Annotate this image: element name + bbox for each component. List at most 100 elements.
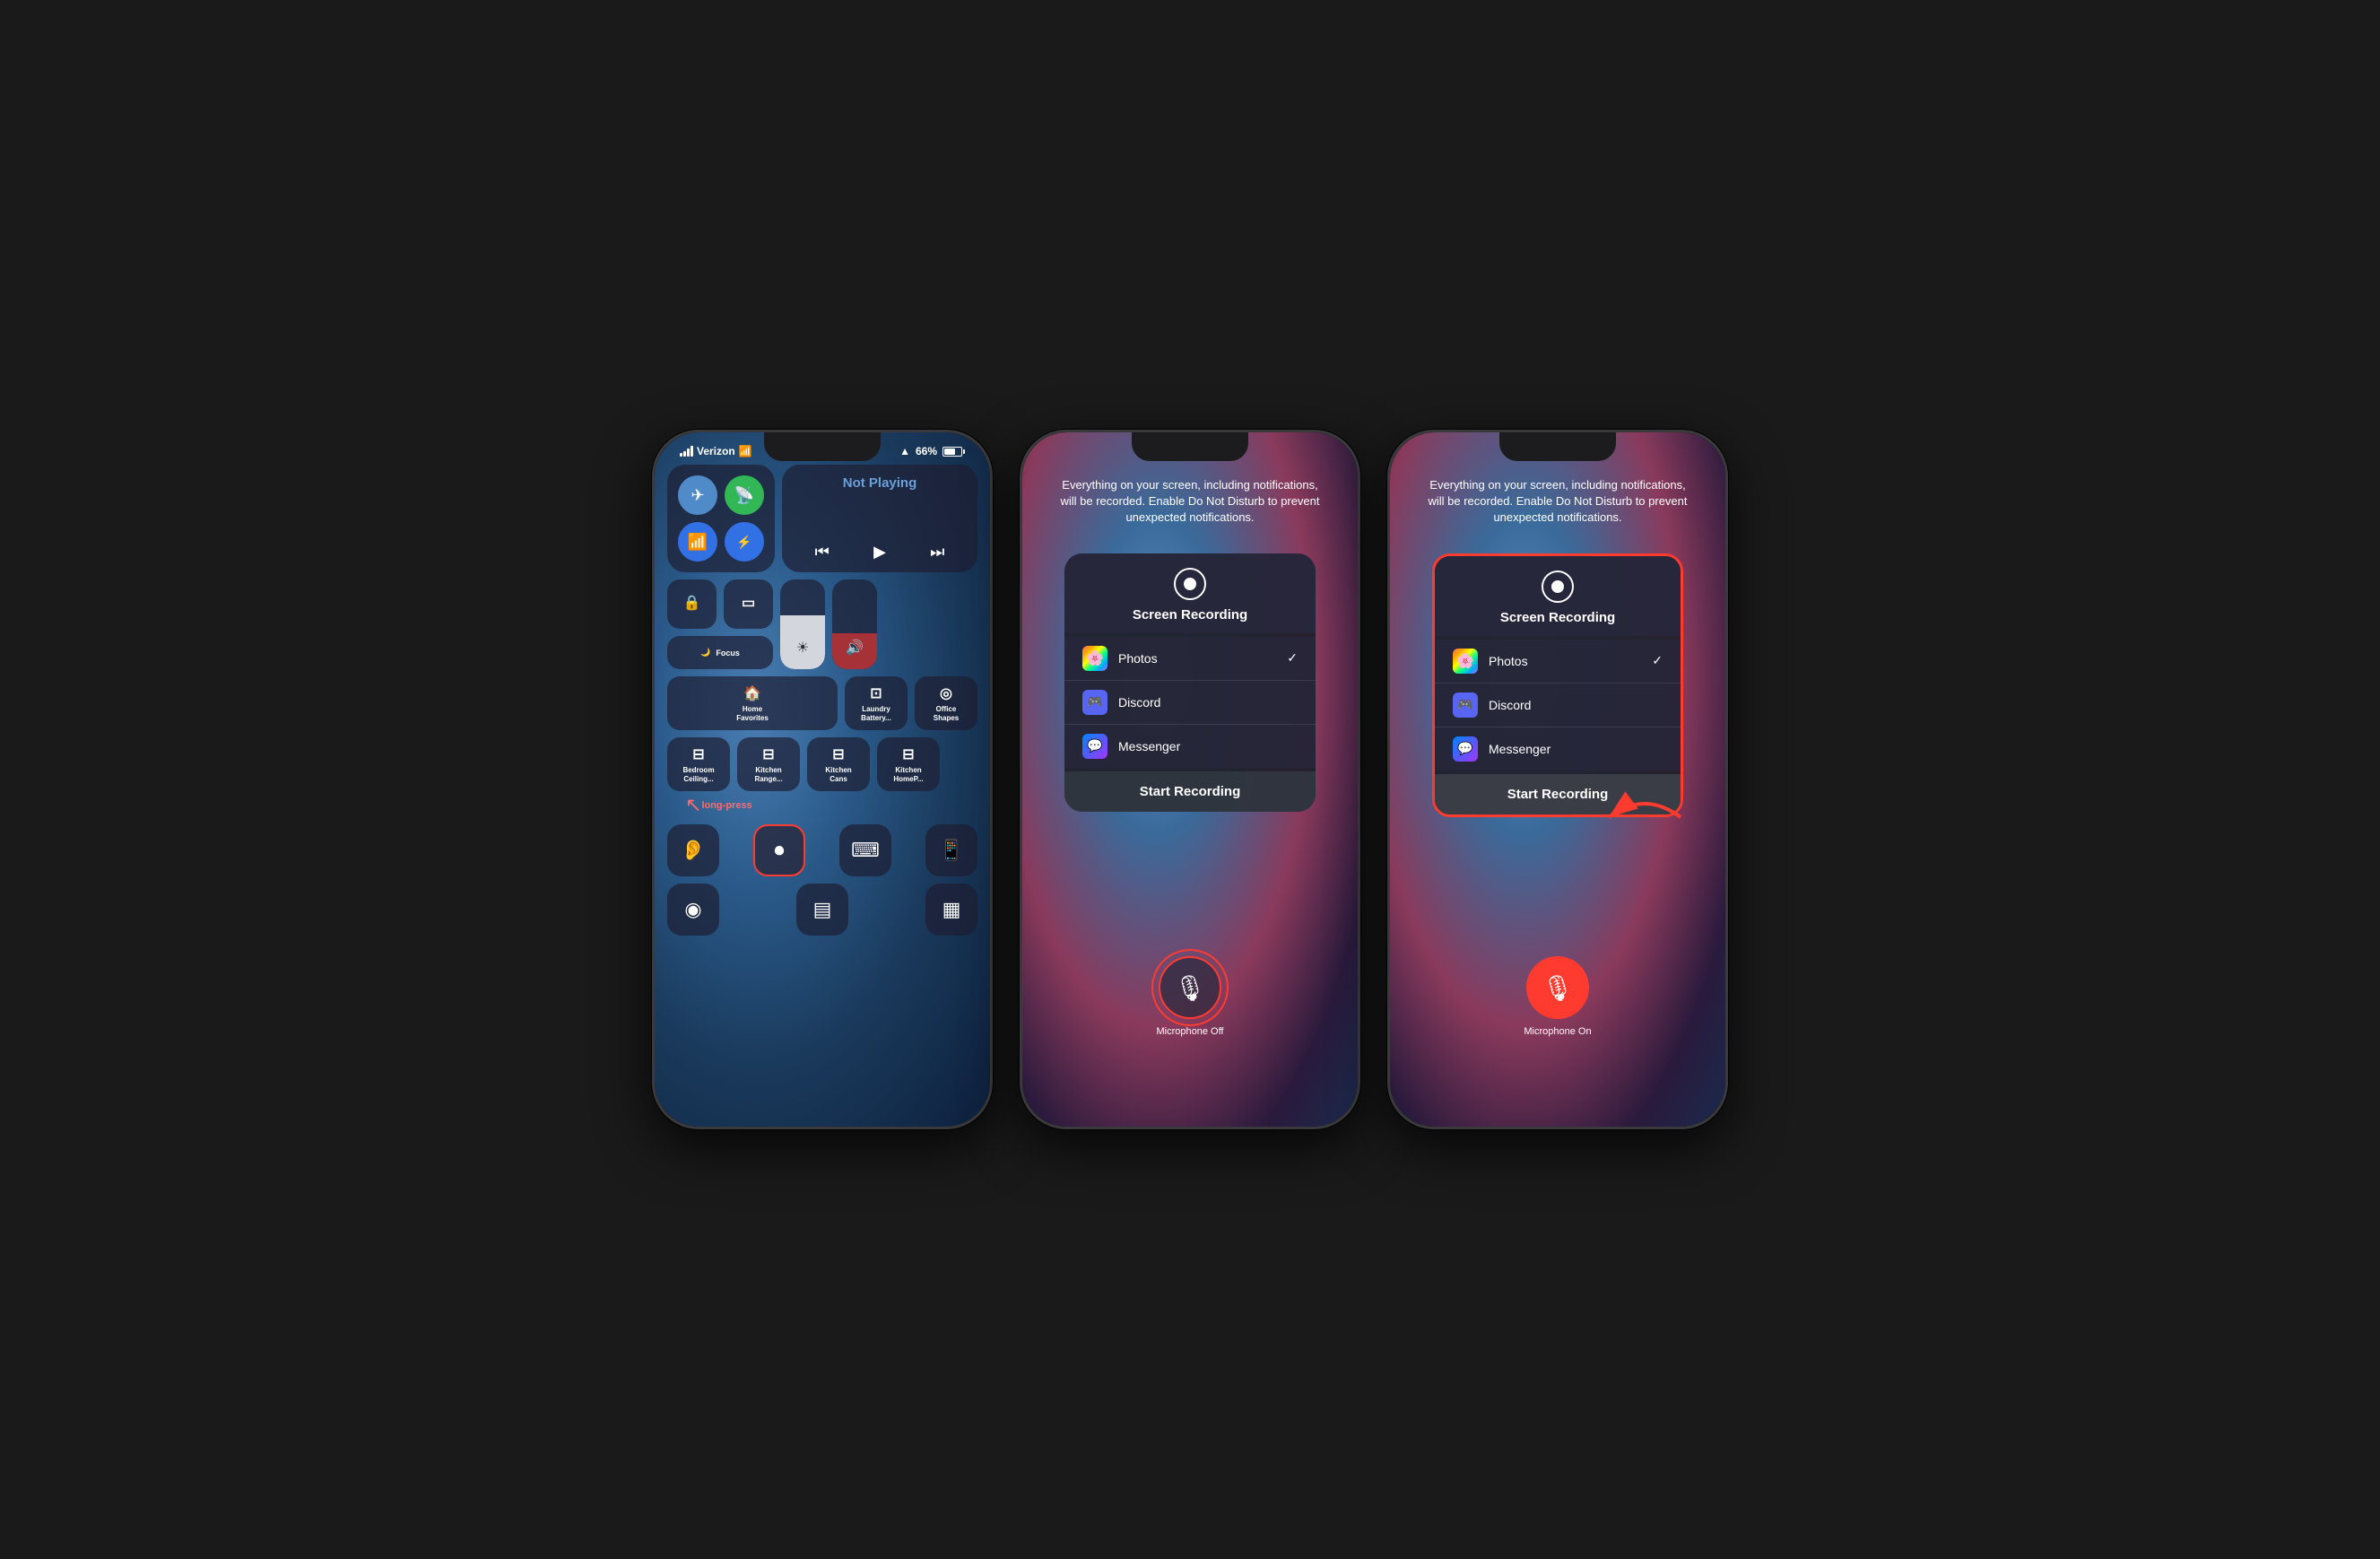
- status-right: ▲ 66%: [899, 445, 965, 457]
- discord-row-2[interactable]: 🎮 Discord: [1064, 681, 1316, 725]
- hearing-btn[interactable]: 👂: [667, 824, 719, 876]
- kitchen-home-tile[interactable]: ⊟ KitchenHomeP...: [877, 737, 940, 791]
- record-dot-2: [1184, 578, 1196, 590]
- info-text-2: Everything on your screen, including not…: [1022, 432, 1358, 544]
- carrier-label: Verizon: [697, 445, 735, 457]
- photos-check-3: ✓: [1652, 653, 1663, 668]
- iphone-3: Everything on your screen, including not…: [1387, 430, 1728, 1129]
- laundry-label: LaundryBattery...: [861, 705, 891, 722]
- record-dot-3: [1551, 580, 1564, 593]
- office-label: OfficeShapes: [934, 705, 959, 722]
- discord-row-3[interactable]: 🎮 Discord: [1435, 684, 1681, 727]
- bluetooth-btn[interactable]: ⚡: [725, 522, 764, 562]
- battery-percent: 66%: [916, 445, 937, 457]
- microphone-btn-3[interactable]: 🎙: [1526, 956, 1589, 1019]
- office-shapes-tile[interactable]: ◎ OfficeShapes: [915, 676, 977, 730]
- laundry-icon: ⊡: [870, 684, 882, 702]
- lock-rotation-icon: 🔒: [683, 594, 701, 612]
- kitchen-cans-tile[interactable]: ⊟ KitchenCans: [807, 737, 870, 791]
- photos-label-2: Photos: [1118, 651, 1287, 666]
- signal-bars: [680, 446, 693, 457]
- record-icon-2: [1174, 568, 1206, 600]
- annotation-area: ↙ long-press: [667, 798, 977, 817]
- bedroom-tile[interactable]: ⊟ BedroomCeiling...: [667, 737, 730, 791]
- messenger-row-3[interactable]: 💬 Messenger: [1435, 727, 1681, 771]
- kitchen-home-label: KitchenHomeP...: [893, 766, 923, 783]
- mic-label-2: Microphone Off: [1156, 1026, 1223, 1037]
- messenger-row-2[interactable]: 💬 Messenger: [1064, 725, 1316, 768]
- cc-icon-row-2: ◉ ▤ ▦: [667, 884, 977, 936]
- popup-header-2: Screen Recording: [1064, 553, 1316, 633]
- kitchen-cans-label: KitchenCans: [825, 766, 851, 783]
- wifi-btn[interactable]: 📶: [678, 522, 717, 562]
- discord-label-3: Discord: [1489, 698, 1663, 712]
- play-btn[interactable]: ▶: [873, 543, 886, 562]
- wallet-btn[interactable]: ▤: [796, 884, 848, 936]
- home-favorites-tile[interactable]: 🏠 HomeFavorites: [667, 676, 838, 730]
- kitchen-range-icon: ⊟: [762, 745, 774, 763]
- location-icon: ▲: [899, 445, 910, 457]
- app-list-2: 🌸 Photos ✓ 🎮 Discord 💬 Messenger: [1064, 633, 1316, 771]
- signal-bar-3: [687, 449, 690, 457]
- kitchen-range-tile[interactable]: ⊟ KitchenRange...: [737, 737, 800, 791]
- home-label: HomeFavorites: [736, 705, 769, 722]
- kitchen-cans-icon: ⊟: [832, 745, 844, 763]
- popup-header-3: Screen Recording: [1435, 556, 1681, 636]
- start-recording-btn-2[interactable]: Start Recording: [1064, 771, 1316, 812]
- status-bar-1: Verizon 📶 ▲ 66%: [655, 432, 990, 457]
- microphone-btn-2[interactable]: 🎙: [1159, 956, 1221, 1019]
- signal-bar-4: [691, 446, 693, 457]
- cc-row-2: 🔒 ▭ 🌙 Focus: [667, 579, 977, 669]
- messenger-icon-2: 💬: [1082, 734, 1107, 759]
- iphone-2: Everything on your screen, including not…: [1020, 430, 1360, 1129]
- screen-mirror-btn[interactable]: ▭: [724, 579, 773, 629]
- photos-row-3[interactable]: 🌸 Photos ✓: [1435, 640, 1681, 684]
- arrow-icon: ↙: [685, 794, 701, 817]
- long-press-label: long-press: [701, 800, 751, 811]
- calculator-btn[interactable]: ⌨: [839, 824, 891, 876]
- brightness-slider[interactable]: ☀: [780, 579, 825, 669]
- watchface-btn[interactable]: ◉: [667, 884, 719, 936]
- popup-screen-3: Everything on your screen, including not…: [1390, 432, 1725, 1127]
- cc-row-2a: 🔒 ▭: [667, 579, 773, 629]
- recording-popup-2: Screen Recording 🌸 Photos ✓ 🎮 Discord: [1064, 553, 1316, 812]
- laundry-battery-tile[interactable]: ⊡ LaundryBattery...: [845, 676, 908, 730]
- control-center: ✈ 📡 📶 ⚡ Not Playing ⏮ ▶ ⏭: [655, 457, 990, 943]
- shortcuts-btn[interactable]: ▦: [925, 884, 977, 936]
- info-text-3: Everything on your screen, including not…: [1390, 432, 1725, 544]
- status-left: Verizon 📶: [680, 445, 752, 457]
- bedroom-label: BedroomCeiling...: [682, 766, 714, 783]
- home-icon: 🏠: [743, 684, 761, 702]
- airplane-btn[interactable]: ✈: [678, 475, 717, 515]
- popup-title-2: Screen Recording: [1133, 607, 1247, 623]
- photos-row-2[interactable]: 🌸 Photos ✓: [1064, 637, 1316, 681]
- office-icon: ◎: [940, 684, 952, 702]
- cc-row-1: ✈ 📡 📶 ⚡ Not Playing ⏮ ▶ ⏭: [667, 465, 977, 572]
- microphone-area-3: 🎙 Microphone On: [1524, 956, 1591, 1037]
- wifi-icon: 📶: [739, 445, 752, 457]
- cc-icon-row: 👂 ⏺ ⌨ 📱: [667, 824, 977, 876]
- focus-label: Focus: [716, 649, 740, 658]
- moon-icon: 🌙: [700, 648, 710, 658]
- brightness-icon: ☀: [796, 639, 809, 657]
- messenger-icon-3: 💬: [1453, 736, 1478, 762]
- rewind-btn[interactable]: ⏮: [815, 543, 830, 562]
- lock-rotation-btn[interactable]: 🔒: [667, 579, 717, 629]
- record-btn[interactable]: ⏺: [753, 824, 805, 876]
- connectivity-tile[interactable]: ✈ 📡 📶 ⚡: [667, 465, 775, 572]
- cc-row-4: ⊟ BedroomCeiling... ⊟ KitchenRange... ⊟ …: [667, 737, 977, 791]
- media-title: Not Playing: [793, 475, 967, 491]
- signal-bar-1: [680, 453, 682, 457]
- battery-icon: [942, 447, 965, 457]
- remote-btn[interactable]: 📱: [925, 824, 977, 876]
- forward-btn[interactable]: ⏭: [930, 543, 944, 562]
- cellular-btn[interactable]: 📡: [725, 475, 764, 515]
- discord-icon-2: 🎮: [1082, 690, 1107, 715]
- mic-label-3: Microphone On: [1524, 1026, 1591, 1037]
- screen-mirror-icon: ▭: [742, 594, 755, 612]
- photos-check-2: ✓: [1287, 650, 1298, 666]
- discord-icon-3: 🎮: [1453, 692, 1478, 718]
- kitchen-home-icon: ⊟: [902, 745, 914, 763]
- volume-slider[interactable]: 🔊: [832, 579, 877, 669]
- focus-tile[interactable]: 🌙 Focus: [667, 636, 773, 669]
